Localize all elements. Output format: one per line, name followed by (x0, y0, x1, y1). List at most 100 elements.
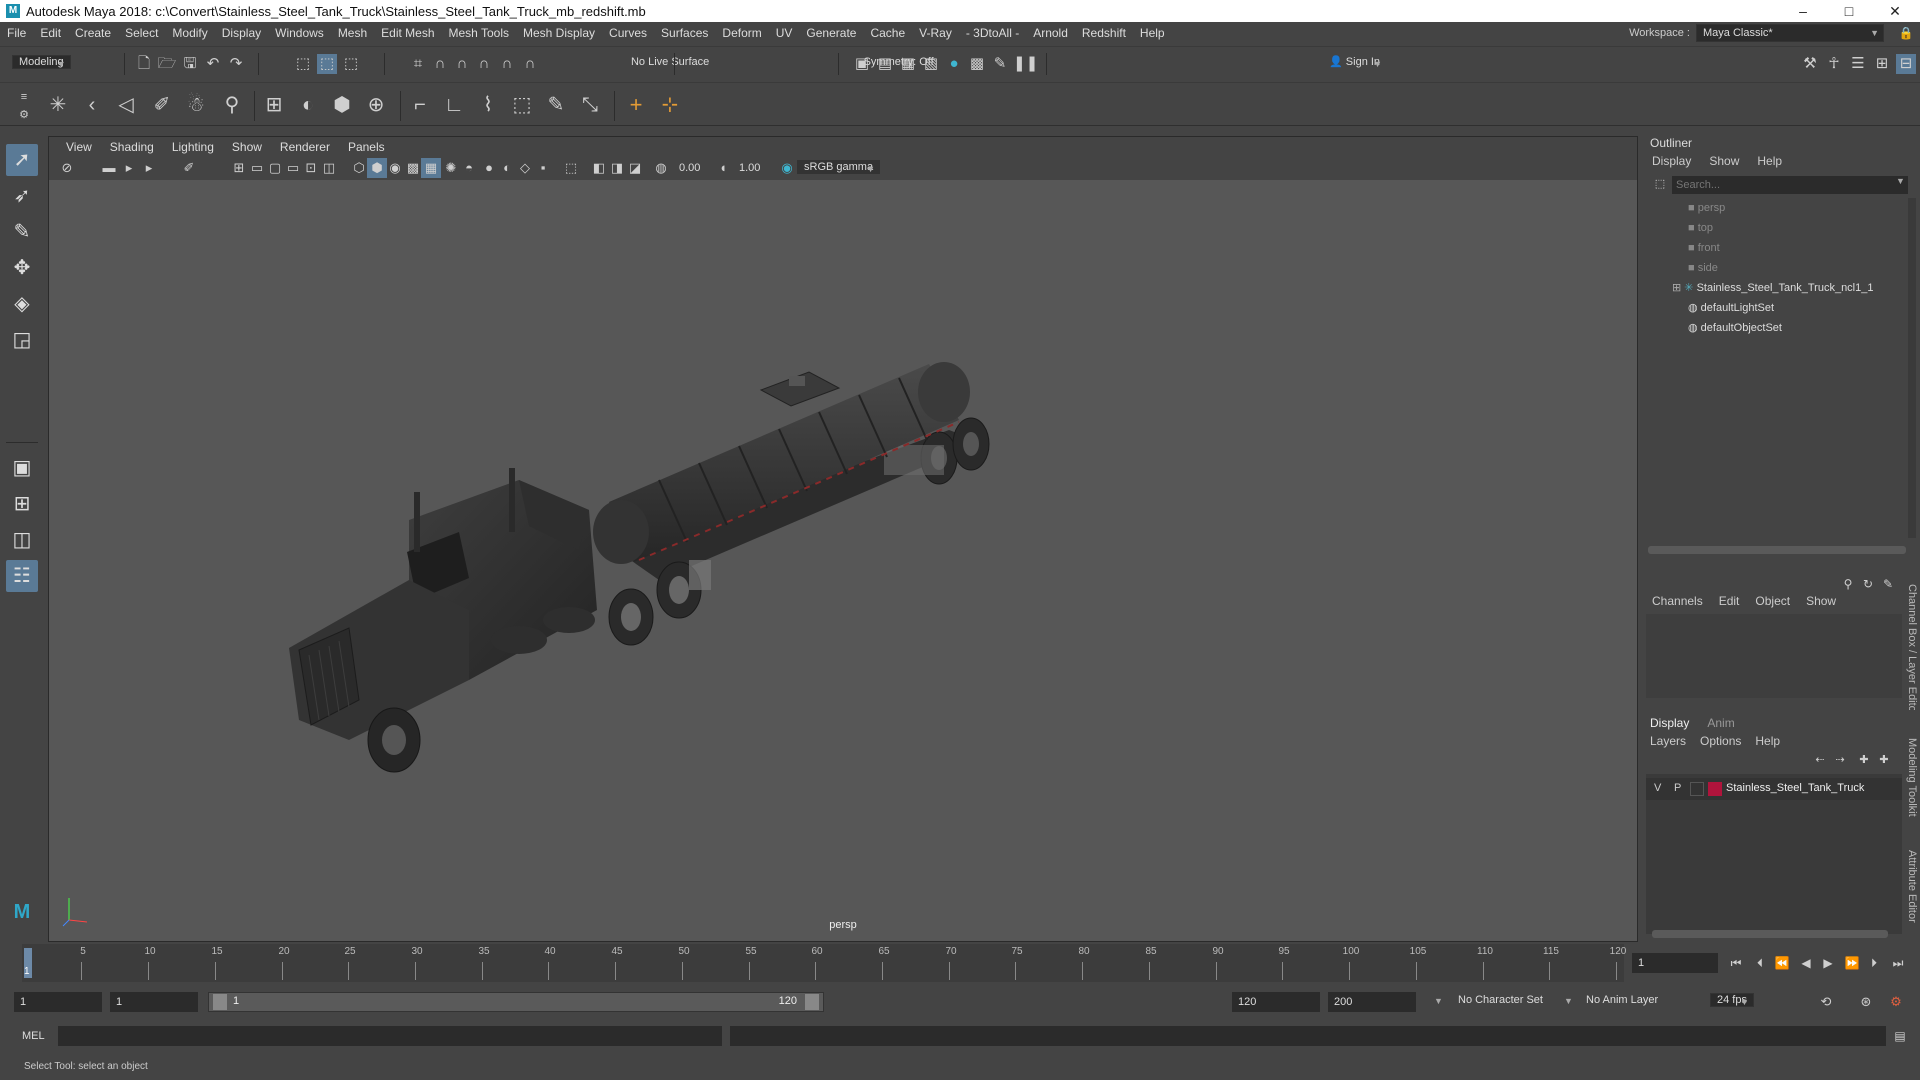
new-layer-selected-icon[interactable]: ✚ (1874, 750, 1894, 770)
go-to-start-icon[interactable]: ⏮ (1726, 953, 1746, 973)
bookmark-icon[interactable]: ▸ (119, 158, 139, 178)
tab-anim[interactable]: Anim (1707, 716, 1734, 730)
lock-icon[interactable]: 🔒 (1896, 23, 1916, 43)
snap-live-icon[interactable]: ∩ (497, 54, 517, 74)
depth-of-field-icon[interactable]: ▪ (533, 158, 553, 178)
menu-surfaces[interactable]: Surfaces (654, 26, 715, 40)
animation-end-field[interactable]: 120 (1232, 992, 1320, 1012)
step-back-key-icon[interactable]: ⏪ (1772, 953, 1792, 973)
shadows-icon[interactable]: ◓ (459, 158, 479, 178)
channel-menu-edit[interactable]: Edit (1719, 594, 1740, 608)
side-tab-channel-box[interactable]: Channel Box / Layer Editor (1906, 584, 1918, 715)
sphere-icon[interactable]: ◐ (298, 95, 318, 115)
refresh-icon[interactable]: ↻ (1858, 574, 1878, 594)
playback-range-bar[interactable]: 1 120 (208, 992, 824, 1012)
tab-display[interactable]: Display (1650, 716, 1689, 730)
sign-in-button[interactable]: 👤 Sign In ▼ (1323, 56, 1387, 69)
snap-magnet-icon[interactable]: ∩ (520, 54, 540, 74)
attribute-editor-icon[interactable]: ☰ (1848, 54, 1868, 74)
modeling-toolkit-icon[interactable]: ⚒ (1800, 54, 1820, 74)
motion-blur-icon[interactable]: ◐ (497, 158, 517, 178)
rotate-tool-icon[interactable]: ◈ (6, 288, 38, 320)
redo-icon[interactable]: ↷ (226, 54, 246, 74)
image-plane-icon[interactable]: ▸ (139, 158, 159, 178)
gate-mask-icon[interactable]: ▭ (283, 158, 303, 178)
render-settings-icon[interactable]: ▧ (921, 54, 941, 74)
edit-icon[interactable]: ✎ (1878, 574, 1898, 594)
outliner-item-truck-group[interactable]: ⊞ ✳ Stainless_Steel_Tank_Truck_ncl1_1 (1672, 278, 1873, 298)
key-icon[interactable]: ⚲ (1838, 574, 1858, 594)
maximize-button[interactable]: □ (1826, 0, 1872, 22)
grid-icon[interactable]: ⊞ (229, 158, 249, 178)
safe-action-icon[interactable]: ◫ (319, 158, 339, 178)
tool-settings-icon[interactable]: ⊞ (1872, 54, 1892, 74)
range-end-handle[interactable] (805, 994, 819, 1010)
play-forward-icon[interactable]: ▶ (1818, 953, 1838, 973)
viewport-menu-panels[interactable]: Panels (339, 140, 394, 154)
live-surface-field[interactable]: No Live Surface (624, 56, 716, 68)
xray-icon[interactable]: ▦ (421, 158, 441, 178)
layer-playback-toggle[interactable]: P (1674, 782, 1681, 794)
auto-key-icon[interactable]: ⊛ (1856, 992, 1876, 1012)
snap-view-plane-icon[interactable]: ∩ (474, 54, 494, 74)
isolate-select-icon[interactable]: ⬚ (561, 158, 581, 178)
range-start-handle[interactable] (213, 994, 227, 1010)
layer-color-swatch[interactable] (1708, 782, 1722, 796)
select-camera-icon[interactable]: ⊘ (57, 158, 77, 178)
end-time-field[interactable]: 200 (1328, 992, 1416, 1012)
layer-reference-toggle[interactable] (1690, 782, 1704, 796)
joint-tool-icon[interactable]: ⌐ (410, 95, 430, 115)
layers-menu-help[interactable]: Help (1755, 734, 1780, 748)
script-editor-icon[interactable]: ▤ (1890, 1026, 1910, 1046)
single-pane-icon[interactable]: ▣ (6, 452, 38, 484)
menu-curves[interactable]: Curves (602, 26, 654, 40)
gamma-field[interactable]: 1.00 (733, 158, 773, 178)
workspace-dropdown[interactable]: Maya Classic* ▼ (1696, 24, 1884, 42)
textured-icon[interactable]: ▩ (403, 158, 423, 178)
save-scene-icon[interactable]: 🖫 (180, 54, 200, 74)
hypershade-icon[interactable]: ● (944, 54, 964, 74)
menu-mesh[interactable]: Mesh (331, 26, 374, 40)
viewport-menu-shading[interactable]: Shading (101, 140, 163, 154)
select-by-object-icon[interactable]: ⬚ (317, 54, 337, 74)
shelf-settings-icon[interactable]: ⚙ (14, 105, 34, 125)
redshift-render-icon[interactable]: ✎ (990, 54, 1010, 74)
new-layer-icon[interactable]: ✚ (1854, 750, 1874, 770)
pencil-curve-icon[interactable]: ✐ (152, 95, 172, 115)
constraint-point-icon[interactable]: + (626, 94, 646, 116)
menu-select[interactable]: Select (118, 26, 165, 40)
play-backward-icon[interactable]: ◀ (1796, 953, 1816, 973)
layer-row[interactable]: V P Stainless_Steel_Tank_Truck (1646, 778, 1902, 800)
snap-curve-icon[interactable]: ∩ (430, 54, 450, 74)
outliner-item-default-object-set[interactable]: ◍ defaultObjectSet (1672, 318, 1782, 338)
two-pane-icon[interactable]: ◫ (6, 524, 38, 556)
render-sequence-icon[interactable]: ▤ (875, 54, 895, 74)
menu-help[interactable]: Help (1133, 26, 1172, 40)
outliner-filter-icon[interactable]: ⬚ (1650, 174, 1670, 194)
start-time-field[interactable]: 1 (14, 992, 102, 1012)
camera-attributes-icon[interactable]: ▬ (99, 158, 119, 178)
viewport-menu-view[interactable]: View (57, 140, 101, 154)
render-view-icon[interactable]: ▩ (967, 54, 987, 74)
xray-active-icon[interactable]: ◨ (607, 158, 627, 178)
new-scene-icon[interactable]: 🗋 (134, 54, 154, 74)
lattice-icon[interactable]: ⊞ (264, 95, 284, 115)
step-forward-key-icon[interactable]: ⏩ (1842, 953, 1862, 973)
menu-windows[interactable]: Windows (268, 26, 331, 40)
skeleton-icon[interactable]: ☃ (186, 95, 206, 115)
constraint-aim-icon[interactable]: ⊹ (660, 95, 680, 115)
mirror-joint-icon[interactable]: ⤡ (580, 95, 600, 115)
outliner-vertical-scrollbar[interactable] (1908, 198, 1916, 538)
undo-icon[interactable]: ↶ (203, 54, 223, 74)
side-tab-modeling-toolkit[interactable]: Modeling Toolkit (1906, 738, 1918, 817)
grease-pencil-icon[interactable]: ✐ (179, 158, 199, 178)
xray-joints-icon[interactable]: ◧ (589, 158, 609, 178)
expand-icon[interactable]: ⊞ (1672, 282, 1684, 294)
gamma-icon[interactable]: ◖ (713, 158, 733, 178)
lights-icon[interactable]: ✺ (441, 158, 461, 178)
close-button[interactable]: ✕ (1872, 0, 1918, 22)
four-pane-icon[interactable]: ⊞ (6, 488, 38, 520)
animation-start-field[interactable]: 1 (110, 992, 198, 1012)
menu-generate[interactable]: Generate (799, 26, 863, 40)
outliner-horizontal-scrollbar[interactable] (1648, 546, 1906, 554)
